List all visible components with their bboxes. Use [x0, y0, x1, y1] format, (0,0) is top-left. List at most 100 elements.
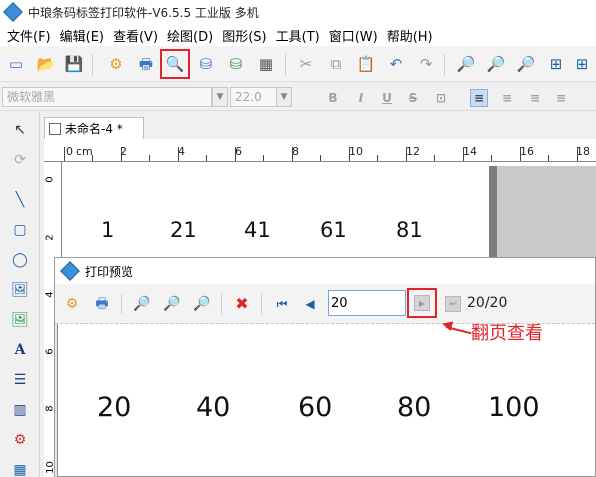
- print-preview-window: 打印预览 ⚙ 🖶 🔎 🔎 🔎 ✖ ⏮ ◀ ▶ ⏭ 20/20 20 40 60 …: [54, 257, 596, 477]
- ruler-label: 4: [178, 145, 185, 158]
- database-icon[interactable]: ⛁: [194, 52, 218, 76]
- align-left-icon[interactable]: ≡: [470, 89, 488, 107]
- save-icon[interactable]: 💾: [62, 52, 86, 76]
- canvas-text[interactable]: 21: [170, 218, 197, 242]
- line-icon[interactable]: ╲: [8, 188, 32, 212]
- undo-icon[interactable]: ↶: [384, 52, 408, 76]
- open-folder-icon[interactable]: 📂: [34, 52, 58, 76]
- left-toolbox: ↖ ⟳ ╲ ▢ ◯ 🖼 🖼 A ☰ ▥ ⚙ ▦: [0, 112, 40, 477]
- next-page-button[interactable]: ▶: [407, 288, 437, 318]
- rich-text-icon[interactable]: ☰: [8, 368, 32, 392]
- new-document-icon[interactable]: ▭: [4, 52, 28, 76]
- font-name-dropdown-icon[interactable]: ▼: [212, 87, 228, 107]
- menu-tools[interactable]: 工具(T): [273, 26, 326, 45]
- zoom-fit-icon[interactable]: 🔎: [514, 52, 538, 76]
- copy-icon[interactable]: ⧉: [324, 52, 348, 76]
- barcode-icon[interactable]: ▥: [8, 398, 32, 422]
- preview-text: 20: [97, 392, 132, 423]
- preview-title: 打印预览: [85, 264, 134, 279]
- close-preview-icon[interactable]: ✖: [231, 293, 253, 315]
- grid-icon[interactable]: ▦: [254, 52, 278, 76]
- ellipse-icon[interactable]: ◯: [8, 248, 32, 272]
- ruler-label: 14: [463, 145, 477, 158]
- italic-button[interactable]: I: [352, 89, 370, 107]
- annotation-label: 翻页查看: [471, 323, 543, 344]
- qr-code-icon[interactable]: ⚙: [8, 428, 32, 452]
- rotate-icon[interactable]: ⟳: [8, 148, 32, 172]
- previous-page-icon[interactable]: ◀: [299, 293, 321, 315]
- align-justify-icon[interactable]: ≡: [552, 89, 570, 107]
- zoom-in-icon[interactable]: 🔎: [454, 52, 478, 76]
- title-bar: 中琅条码标签打印软件-V6.5.5 工业版 多机: [0, 0, 596, 24]
- font-name-select[interactable]: 微软雅黑: [2, 87, 212, 107]
- page-number-input[interactable]: [328, 290, 406, 316]
- strikethrough-button[interactable]: S: [404, 89, 422, 107]
- tab-document[interactable]: 未命名-4 *: [44, 117, 144, 139]
- image-icon[interactable]: 🖼: [8, 278, 32, 302]
- canvas-text[interactable]: 81: [396, 218, 423, 242]
- ruler-label: 2: [44, 234, 56, 241]
- ruler-unit: cm: [76, 145, 93, 158]
- preview-text: 100: [488, 392, 540, 423]
- ruler-label: 8: [292, 145, 299, 158]
- font-size-select[interactable]: 22.0: [230, 87, 278, 107]
- text-icon[interactable]: A: [8, 338, 32, 362]
- preview-zoom-in-icon[interactable]: 🔎: [161, 293, 183, 315]
- first-page-icon[interactable]: ⏮: [271, 293, 293, 315]
- fit-width-icon[interactable]: ⊞: [570, 52, 594, 76]
- menu-view[interactable]: 查看(V): [110, 26, 164, 45]
- table-icon[interactable]: ▦: [8, 458, 32, 477]
- bold-button[interactable]: B: [324, 89, 342, 107]
- select-arrow-icon[interactable]: ↖: [8, 118, 32, 142]
- underline-button[interactable]: U: [378, 89, 396, 107]
- align-center-icon[interactable]: ≡: [498, 89, 516, 107]
- rectangle-icon[interactable]: ▢: [8, 218, 32, 242]
- preview-settings-icon[interactable]: ⚙: [61, 293, 83, 315]
- ruler-label: 0: [66, 145, 73, 158]
- print-icon[interactable]: 🖶: [134, 52, 158, 76]
- menu-window[interactable]: 窗口(W): [326, 26, 384, 45]
- database-settings-icon[interactable]: ⛁: [224, 52, 248, 76]
- menu-edit[interactable]: 编辑(E): [57, 26, 110, 45]
- font-size-dropdown-icon[interactable]: ▼: [276, 87, 292, 107]
- settings-gear-icon[interactable]: ⚙: [104, 52, 128, 76]
- menu-bar: 文件(F) 编辑(E) 查看(V) 绘图(D) 图形(S) 工具(T) 窗口(W…: [0, 24, 596, 46]
- ruler-label: 12: [406, 145, 420, 158]
- horizontal-ruler: 0 cm 2 4 6 8 10 12 14 16 18: [44, 144, 596, 162]
- page-count: 20/20: [467, 295, 508, 311]
- menu-shape[interactable]: 图形(S): [219, 26, 272, 45]
- page-edge: [489, 166, 497, 258]
- next-page-icon: ▶: [414, 295, 430, 311]
- picture-icon[interactable]: 🖼: [8, 308, 32, 332]
- canvas-text[interactable]: 61: [320, 218, 347, 242]
- fit-page-icon[interactable]: ⊞: [544, 52, 568, 76]
- preview-text: 40: [196, 392, 231, 423]
- menu-draw[interactable]: 绘图(D): [164, 26, 219, 45]
- document-icon: [49, 122, 61, 135]
- preview-toolbar: ⚙ 🖶 🔎 🔎 🔎 ✖ ⏮ ◀ ▶ ⏭ 20/20: [55, 284, 595, 324]
- text-effect-icon[interactable]: ⊡: [432, 89, 450, 107]
- document-tab-label: 未命名-4 *: [65, 122, 123, 136]
- paste-icon[interactable]: 📋: [354, 52, 378, 76]
- preview-print-icon[interactable]: 🖶: [91, 293, 113, 315]
- menu-help[interactable]: 帮助(H): [384, 26, 439, 45]
- main-toolbar: ▭ 📂 💾 ⚙ 🖶 🔍 ⛁ ⛁ ▦ ✂ ⧉ 📋 ↶ ↷ 🔎 🔎 🔎 ⊞ ⊞: [0, 46, 596, 82]
- last-page-icon[interactable]: ⏭: [445, 296, 461, 312]
- menu-file[interactable]: 文件(F): [4, 26, 57, 45]
- preview-zoom-fit-icon[interactable]: 🔎: [191, 293, 213, 315]
- align-right-icon[interactable]: ≡: [526, 89, 544, 107]
- ruler-label: 0: [44, 176, 56, 183]
- canvas-text[interactable]: 1: [101, 218, 114, 242]
- preview-zoom-out-icon[interactable]: 🔎: [131, 293, 153, 315]
- cut-icon[interactable]: ✂: [294, 52, 318, 76]
- preview-title-bar: 打印预览: [55, 258, 595, 284]
- ruler-label: 18: [576, 145, 590, 158]
- window-title: 中琅条码标签打印软件-V6.5.5 工业版 多机: [28, 5, 259, 20]
- app-logo-icon: [60, 261, 80, 281]
- redo-icon[interactable]: ↷: [414, 52, 438, 76]
- app-window: 中琅条码标签打印软件-V6.5.5 工业版 多机 文件(F) 编辑(E) 查看(…: [0, 0, 596, 477]
- canvas-text[interactable]: 41: [244, 218, 271, 242]
- ruler-label: 6: [235, 145, 242, 158]
- print-preview-icon[interactable]: 🔍: [160, 49, 190, 79]
- zoom-out-icon[interactable]: 🔎: [484, 52, 508, 76]
